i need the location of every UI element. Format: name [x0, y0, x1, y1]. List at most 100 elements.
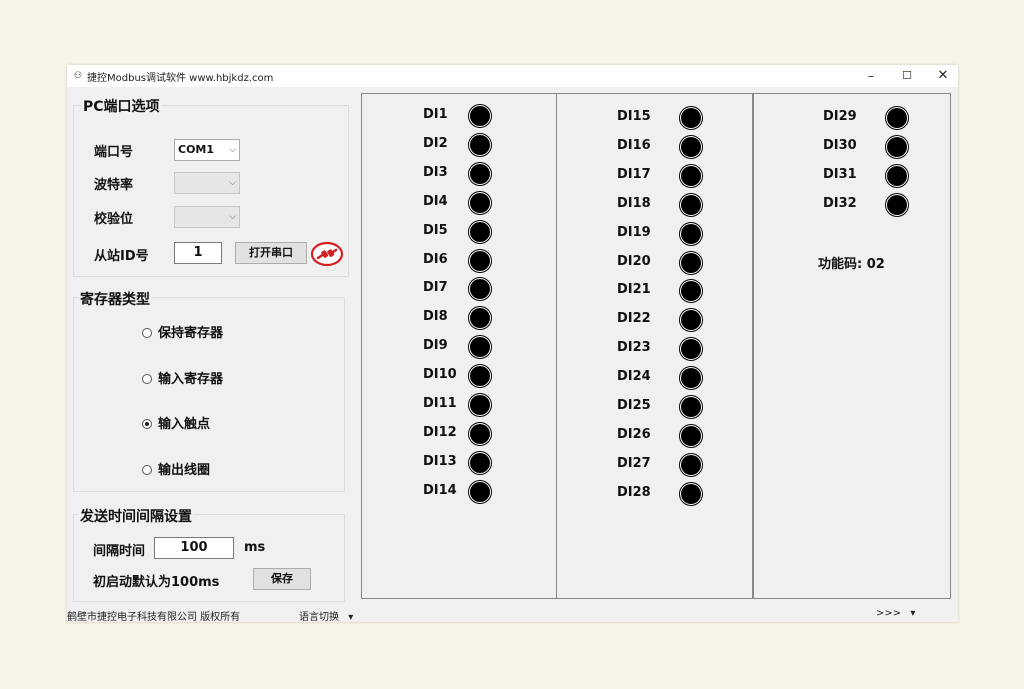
default-interval-note: 初启动默认为100ms: [93, 575, 220, 590]
interval-input[interactable]: 100: [154, 537, 234, 559]
di-label: DI25: [617, 398, 651, 413]
di-label: DI31: [823, 166, 857, 182]
port-options-title: PC端口选项: [81, 96, 162, 116]
port-value: COM1: [178, 143, 215, 156]
di-label: DI14: [423, 482, 457, 498]
di-label: DI28: [617, 484, 651, 500]
di-status-led: [470, 221, 490, 242]
function-code: 功能码: 02: [818, 257, 885, 272]
di-status-led: [681, 425, 701, 446]
di-status-led: [470, 452, 490, 473]
di-status-led: [470, 250, 490, 271]
baud-select[interactable]: ⌵: [174, 172, 240, 194]
di-status-led: [470, 366, 490, 387]
disconnected-plug-icon: [310, 241, 344, 267]
di-label: DI6: [423, 251, 448, 267]
di-status-led: [681, 368, 701, 389]
chevron-down-icon: ▾: [910, 608, 916, 619]
save-button[interactable]: 保存: [253, 568, 311, 590]
di-panel-2: [556, 93, 753, 599]
di-status-led: [887, 108, 907, 128]
interval-label: 间隔时间: [93, 544, 146, 559]
more-label: >>>: [876, 608, 902, 619]
window-title: 捷控Modbus调试软件 www.hbjkdz.com: [87, 73, 274, 84]
di-label: DI19: [617, 224, 651, 240]
di-status-led: [681, 454, 701, 475]
radio-input-contact[interactable]: 输入触点: [142, 413, 210, 432]
di-label: DI26: [617, 426, 651, 442]
send-interval-title: 发送时间间隔设置: [78, 506, 194, 526]
interval-unit: ms: [244, 540, 266, 555]
radio-holding-register[interactable]: 保持寄存器: [142, 322, 223, 341]
maximize-button[interactable]: ☐: [889, 65, 925, 87]
di-label: DI7: [423, 280, 448, 296]
slave-id-input[interactable]: 1: [174, 242, 222, 264]
di-status-led: [470, 134, 490, 155]
di-label: DI2: [423, 135, 448, 151]
port-select[interactable]: COM1 ⌵: [174, 139, 240, 161]
register-type-title: 寄存器类型: [78, 289, 152, 309]
port-label: 端口号: [94, 145, 134, 160]
di-status-led: [887, 136, 907, 157]
parity-label: 校验位: [94, 212, 134, 227]
di-status-led: [887, 165, 907, 186]
radio-label: 输入触点: [158, 417, 211, 432]
di-label: DI23: [617, 340, 651, 356]
di-label: DI17: [617, 166, 651, 182]
minimize-button[interactable]: –: [853, 65, 889, 87]
chevron-down-icon: ⌵: [229, 212, 236, 222]
close-button[interactable]: ✕: [925, 65, 961, 87]
di-label: DI3: [423, 164, 448, 180]
status-bar: 鹤壁市捷控电子科技有限公司 版权所有 语言切换 ▾ >>> ▾: [67, 605, 958, 623]
chevron-down-icon: ⌵: [229, 178, 236, 188]
di-status-led: [681, 483, 701, 504]
language-switch[interactable]: 语言切换 ▾: [299, 608, 353, 623]
baud-label: 波特率: [94, 178, 134, 193]
company-copyright: 鹤壁市捷控电子科技有限公司 版权所有: [67, 612, 241, 623]
di-status-led: [470, 192, 490, 213]
radio-circle: [142, 465, 152, 475]
di-status-led: [470, 423, 490, 444]
open-port-button[interactable]: 打开串口: [235, 242, 307, 264]
di-status-led: [681, 252, 701, 273]
radio-circle: [142, 374, 152, 384]
di-label: DI15: [617, 109, 651, 124]
radio-circle-checked: [142, 419, 152, 429]
di-label: DI24: [617, 369, 651, 385]
di-label: DI11: [423, 396, 457, 411]
di-label: DI27: [617, 455, 651, 471]
di-status-led: [681, 136, 701, 157]
di-label: DI5: [423, 222, 448, 238]
di-status-led: [887, 194, 907, 215]
language-switch-label: 语言切换: [299, 612, 339, 623]
di-label: DI1: [423, 107, 448, 122]
di-label: DI21: [617, 282, 651, 298]
chevron-down-icon: ⌵: [229, 145, 236, 155]
di-label: DI16: [617, 137, 651, 153]
radio-output-coil[interactable]: 输出线圈: [142, 459, 210, 478]
di-label: DI18: [617, 195, 651, 211]
di-label: DI13: [423, 453, 457, 469]
di-status-led: [470, 395, 490, 415]
radio-label: 输入寄存器: [158, 372, 224, 387]
title-bar[interactable]: ⚇ 捷控Modbus调试软件 www.hbjkdz.com – ☐ ✕: [67, 65, 958, 87]
chevron-down-icon: ▾: [348, 612, 354, 623]
di-status-led: [681, 397, 701, 417]
radio-label: 输出线圈: [158, 463, 211, 478]
di-label: DI30: [823, 137, 857, 153]
di-label: DI22: [617, 311, 651, 327]
radio-input-register[interactable]: 输入寄存器: [142, 368, 223, 387]
app-window: ⚇ 捷控Modbus调试软件 www.hbjkdz.com – ☐ ✕ PC端口…: [67, 65, 958, 623]
app-icon: ⚇: [73, 71, 83, 81]
radio-label: 保持寄存器: [158, 326, 224, 341]
di-status-led: [470, 481, 490, 502]
di-label: DI20: [617, 253, 651, 269]
di-label: DI10: [423, 367, 457, 383]
di-label: DI4: [423, 193, 448, 209]
parity-select[interactable]: ⌵: [174, 206, 240, 228]
di-label: DI9: [423, 338, 448, 354]
di-panel-1: [361, 93, 557, 599]
di-status-led: [681, 108, 701, 128]
more-menu[interactable]: >>> ▾: [876, 608, 915, 619]
di-label: DI29: [823, 109, 857, 124]
